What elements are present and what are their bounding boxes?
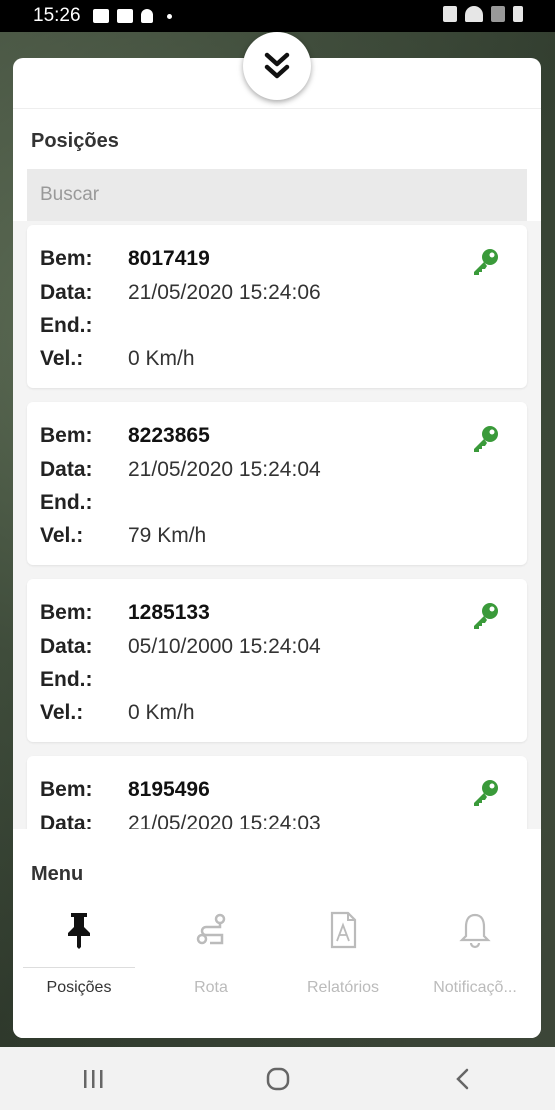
pdf-icon: [330, 911, 357, 949]
route-icon: [196, 913, 226, 945]
status-time: 15:26: [33, 5, 81, 26]
search-input[interactable]: [27, 169, 527, 221]
tab-relatorios[interactable]: Relatórios: [277, 901, 409, 1001]
position-card[interactable]: Bem: 8223865 Data: 21/05/2020 15:24:04 E…: [27, 402, 527, 565]
signal-icon: [491, 6, 505, 22]
tab-posicoes[interactable]: Posições: [13, 901, 145, 1001]
data-label: Data:: [40, 635, 93, 658]
data-label: Data:: [40, 281, 93, 304]
download-icon: [140, 9, 153, 23]
collapse-button[interactable]: [243, 32, 311, 100]
notification-dot: [166, 13, 172, 19]
position-card[interactable]: Bem: 1285133 Data: 05/10/2000 15:24:04 E…: [27, 579, 527, 742]
mute-icon: [443, 6, 457, 22]
positions-list[interactable]: Bem: 8017419 Data: 21/05/2020 15:24:06 E…: [13, 221, 541, 829]
tab-label: Relatórios: [306, 979, 380, 996]
mail-icon: [116, 9, 133, 23]
vel-value: 0 Km/h: [128, 347, 195, 370]
menu-title: Menu: [31, 863, 84, 885]
end-label: End.:: [40, 668, 93, 691]
back-button[interactable]: [433, 1059, 493, 1099]
bem-value: 1285133: [128, 601, 210, 624]
panel-divider: [13, 108, 541, 109]
data-value: 05/10/2000 15:24:04: [128, 635, 321, 658]
section-title: Posições: [31, 130, 119, 152]
data-value: 21/05/2020 15:24:06: [128, 281, 321, 304]
vel-value: 0 Km/h: [128, 701, 195, 724]
status-bar: 15:26: [0, 0, 555, 32]
end-label: End.:: [40, 314, 93, 337]
battery-icon: [513, 6, 523, 22]
position-card[interactable]: Bem: 8017419 Data: 21/05/2020 15:24:06 E…: [27, 225, 527, 388]
bem-value: 8017419: [128, 247, 210, 270]
tab-label: Posições: [46, 979, 112, 996]
tab-label: Notificaçõ...: [433, 979, 517, 996]
tab-notificacoes[interactable]: Notificaçõ...: [409, 901, 541, 1001]
bem-label: Bem:: [40, 601, 93, 624]
positions-panel: Posições Bem: 8017419 Data: 21/05/2020 1…: [13, 58, 541, 1038]
bem-value: 8223865: [128, 424, 210, 447]
bem-label: Bem:: [40, 424, 93, 447]
image-icon: [92, 9, 109, 23]
double-chevron-down-icon: [264, 52, 290, 79]
vel-value: 79 Km/h: [128, 524, 207, 547]
bem-value: 8195496: [128, 778, 210, 801]
system-nav-bar: [0, 1047, 555, 1110]
bell-icon: [459, 913, 491, 949]
tab-rota[interactable]: Rota: [145, 901, 277, 1001]
home-button[interactable]: [248, 1059, 308, 1099]
menu-tabs: Posições Rota Relatórios Notificaçõ...: [13, 901, 541, 1001]
data-value: 21/05/2020 15:24:03: [128, 812, 321, 829]
bem-label: Bem:: [40, 778, 93, 801]
end-label: End.:: [40, 491, 93, 514]
bottom-menu: Menu Posições Rota Relatórios Notificaçõ…: [13, 841, 541, 1038]
key-icon[interactable]: [471, 424, 501, 454]
tab-label: Rota: [194, 979, 228, 996]
key-icon[interactable]: [471, 778, 501, 808]
data-label: Data:: [40, 458, 93, 481]
key-icon[interactable]: [471, 247, 501, 277]
vel-label: Vel.:: [40, 701, 84, 724]
back-icon: [455, 1068, 468, 1089]
recent-apps-icon: [83, 1069, 102, 1088]
data-value: 21/05/2020 15:24:04: [128, 458, 321, 481]
home-icon: [266, 1067, 289, 1090]
data-label: Data:: [40, 812, 93, 829]
position-card[interactable]: Bem: 8195496 Data: 21/05/2020 15:24:03: [27, 756, 527, 829]
recent-apps-button[interactable]: [63, 1059, 123, 1099]
bem-label: Bem:: [40, 247, 93, 270]
vel-label: Vel.:: [40, 347, 84, 370]
vel-label: Vel.:: [40, 524, 84, 547]
pin-icon: [68, 913, 90, 949]
wifi-icon: [465, 6, 483, 22]
key-icon[interactable]: [471, 601, 501, 631]
